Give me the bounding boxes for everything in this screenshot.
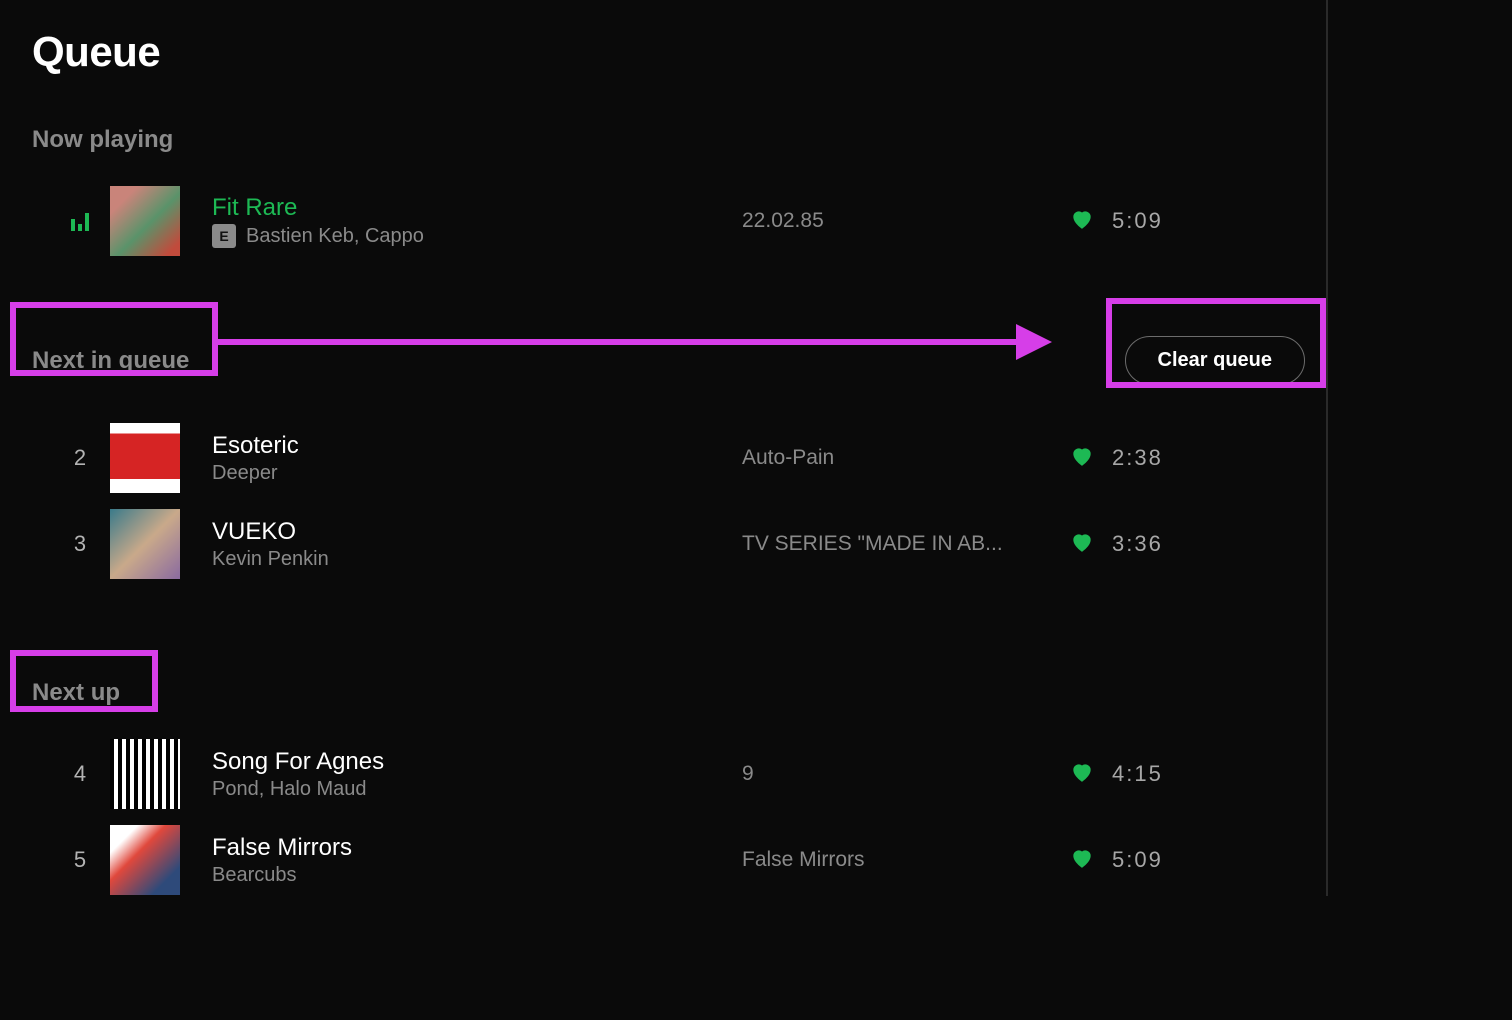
track-title[interactable]: Fit Rare (212, 194, 742, 222)
title-artist-cell: Fit Rare E Bastien Keb, Cappo (212, 194, 742, 248)
track-title[interactable]: Esoteric (212, 432, 742, 460)
like-button[interactable] (1052, 206, 1112, 237)
album-art[interactable] (110, 739, 180, 809)
next-up-track-row[interactable]: 5 False Mirrors Bearcubs False Mirrors 5… (0, 817, 1326, 903)
title-artist-cell: Song For Agnes Pond, Halo Maud (212, 748, 742, 801)
album-art[interactable] (110, 825, 180, 895)
title-artist-cell: VUEKO Kevin Penkin (212, 518, 742, 571)
track-title[interactable]: False Mirrors (212, 834, 742, 862)
like-button[interactable] (1052, 529, 1112, 560)
like-button[interactable] (1052, 845, 1112, 876)
title-artist-cell: False Mirrors Bearcubs (212, 834, 742, 887)
track-artist[interactable]: Bastien Keb, Cappo (246, 225, 424, 248)
track-duration: 3:36 (1112, 531, 1202, 557)
queue-track-row[interactable]: 2 Esoteric Deeper Auto-Pain 2:38 (0, 415, 1326, 501)
track-album[interactable]: Auto-Pain (742, 446, 1052, 470)
track-title[interactable]: Song For Agnes (212, 748, 742, 776)
track-album[interactable]: False Mirrors (742, 848, 1052, 872)
heart-icon (1069, 443, 1095, 469)
track-duration: 5:09 (1112, 847, 1202, 873)
heart-icon (1069, 529, 1095, 555)
track-artist[interactable]: Bearcubs (212, 864, 297, 887)
track-artist[interactable]: Deeper (212, 462, 278, 485)
page-title: Queue (0, 0, 1326, 76)
track-title[interactable]: VUEKO (212, 518, 742, 546)
heart-icon (1069, 845, 1095, 871)
track-number: 3 (50, 531, 110, 557)
track-artist[interactable]: Kevin Penkin (212, 548, 329, 571)
track-duration: 2:38 (1112, 445, 1202, 471)
track-album[interactable]: 22.02.85 (742, 209, 1052, 233)
next-up-track-row[interactable]: 4 Song For Agnes Pond, Halo Maud 9 4:15 (0, 731, 1326, 817)
clear-queue-button[interactable]: Clear queue (1125, 336, 1305, 385)
next-in-queue-header: Next in queue Clear queue (0, 336, 1326, 385)
title-artist-cell: Esoteric Deeper (212, 432, 742, 485)
album-art[interactable] (110, 186, 180, 256)
like-button[interactable] (1052, 759, 1112, 790)
track-album[interactable]: 9 (742, 762, 1052, 786)
next-in-queue-label: Next in queue (0, 347, 189, 375)
now-playing-label: Now playing (0, 126, 1326, 154)
track-duration: 4:15 (1112, 761, 1202, 787)
explicit-badge: E (212, 224, 236, 248)
queue-track-row[interactable]: 3 VUEKO Kevin Penkin TV SERIES "MADE IN … (0, 501, 1326, 587)
track-number: 2 (50, 445, 110, 471)
album-art[interactable] (110, 509, 180, 579)
heart-icon (1069, 759, 1095, 785)
equalizer-icon (50, 211, 110, 231)
now-playing-indicator (50, 211, 110, 231)
like-button[interactable] (1052, 443, 1112, 474)
track-album[interactable]: TV SERIES "MADE IN AB... (742, 532, 1052, 556)
heart-icon (1069, 206, 1095, 232)
track-number: 4 (50, 761, 110, 787)
track-artist[interactable]: Pond, Halo Maud (212, 778, 367, 801)
album-art[interactable] (110, 423, 180, 493)
track-duration: 5:09 (1112, 208, 1202, 234)
now-playing-track-row[interactable]: Fit Rare E Bastien Keb, Cappo 22.02.85 5… (0, 178, 1326, 264)
next-up-label: Next up (0, 679, 1326, 707)
track-number: 5 (50, 847, 110, 873)
